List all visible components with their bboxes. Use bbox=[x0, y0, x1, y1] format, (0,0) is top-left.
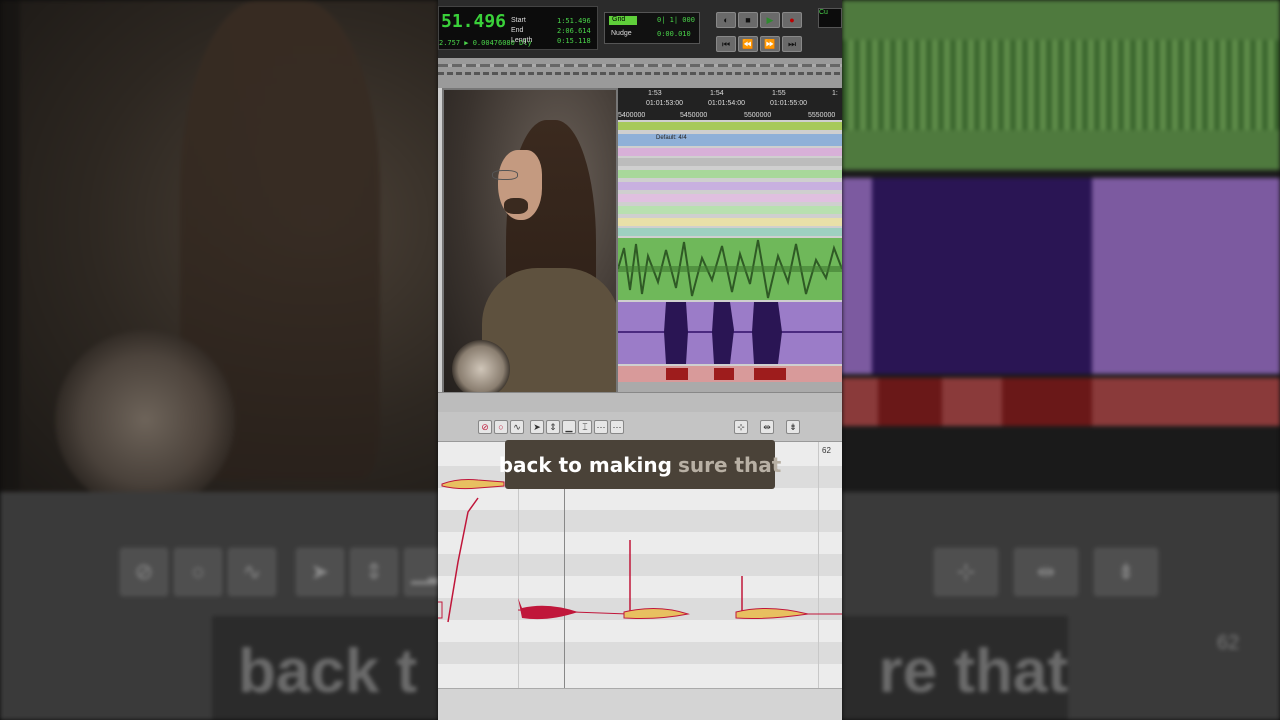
compress-icon: ⇟ bbox=[1094, 548, 1158, 596]
background-caption-left: back t bbox=[212, 616, 438, 720]
grid-value[interactable]: 0| 1| 000 bbox=[657, 16, 695, 24]
status-bar bbox=[438, 688, 842, 720]
separation-tool-icon[interactable]: ⋯ bbox=[610, 420, 624, 434]
move-tool-icon: ⇕ bbox=[350, 548, 398, 596]
center-align-icon: ⊹ bbox=[934, 548, 998, 596]
center-align-icon[interactable]: ⊹ bbox=[734, 420, 748, 434]
video-frame: ⊘ ○ ∿ ➤ ⇕ ▁▂ back t ⊹ ⇹ ⇟ re that 62 51.… bbox=[0, 0, 1280, 720]
play-button[interactable]: ▶ bbox=[760, 12, 780, 28]
presenter-video bbox=[442, 88, 618, 402]
audio-track-purple[interactable] bbox=[618, 302, 842, 364]
go-to-end-button[interactable]: ⏭ bbox=[782, 36, 802, 52]
stop-button[interactable]: ■ bbox=[738, 12, 758, 28]
note-tool-icon: ○ bbox=[174, 548, 222, 596]
daw-screen: 51.496 2.757 ▶ 0.00476080 Dly Start End … bbox=[438, 0, 842, 720]
blend-tool-icon: ⊘ bbox=[120, 548, 168, 596]
bar-label: 1: bbox=[832, 90, 838, 97]
corner-counter[interactable]: Cu bbox=[818, 8, 842, 28]
time-tool-icon[interactable]: ⋯ bbox=[594, 420, 608, 434]
audio-track-red[interactable] bbox=[618, 366, 842, 382]
ruler-strip bbox=[438, 58, 842, 88]
bar-label: 1:53 bbox=[648, 90, 662, 97]
fast-forward-button[interactable]: ⏩ bbox=[760, 36, 780, 52]
nudge-value[interactable]: 0:00.010 bbox=[657, 30, 691, 38]
grid-button[interactable]: Grid bbox=[609, 16, 637, 25]
meter-lane[interactable]: Default: 4/4 bbox=[618, 134, 842, 146]
timeline-ruler[interactable]: 1:53 1:54 1:55 1: 01:01:53:00 01:01:54:0… bbox=[618, 88, 842, 120]
sample-label: 5400000 bbox=[618, 112, 646, 119]
blend-tool-icon[interactable]: ⊘ bbox=[478, 420, 492, 434]
rewind-button[interactable]: ⏪ bbox=[738, 36, 758, 52]
waveform-purple bbox=[618, 302, 842, 364]
banjo-blur bbox=[55, 330, 235, 510]
waveform-green bbox=[617, 239, 842, 299]
note-tool-icon[interactable]: ○ bbox=[494, 420, 508, 434]
nudge-label: Nudge bbox=[611, 30, 632, 37]
sample-label: 5500000 bbox=[744, 112, 772, 119]
toolbar-blur-row: ⊘ ○ ∿ ➤ ⇕ ▁▂ bbox=[120, 548, 438, 596]
editor-header bbox=[438, 392, 842, 412]
selection-values: 1:51.496 2:06.614 0:15.118 bbox=[557, 16, 591, 46]
purple-track-blur bbox=[842, 178, 1280, 374]
sample-label: 5550000 bbox=[808, 112, 836, 119]
pointer-tool-icon[interactable]: ➤ bbox=[530, 420, 544, 434]
ruler-lanes: Default: 4/4 bbox=[618, 120, 842, 238]
timecode-label: 01:01:53:00 bbox=[646, 100, 683, 107]
timecode-label: 01:01:54:00 bbox=[708, 100, 745, 107]
meter-label: Default: 4/4 bbox=[656, 135, 687, 141]
audio-track-green[interactable] bbox=[617, 238, 842, 300]
banjo-image bbox=[452, 340, 510, 398]
wiggle-tool-icon[interactable]: ∿ bbox=[510, 420, 524, 434]
caption-rest: sure that bbox=[677, 452, 782, 477]
online-button[interactable]: ◐ bbox=[716, 12, 736, 28]
timecode-label: 01:01:55:00 bbox=[770, 100, 807, 107]
background-ruler-number: 62 bbox=[1217, 632, 1240, 654]
spread-icon[interactable]: ⇹ bbox=[760, 420, 774, 434]
bar-label: 1:55 bbox=[772, 90, 786, 97]
background-caption-right: re that bbox=[842, 616, 1068, 720]
pointer-tool-icon: ➤ bbox=[296, 548, 344, 596]
amplitude-tool-icon[interactable]: ▁ bbox=[562, 420, 576, 434]
main-counter-value: 51.496 bbox=[441, 11, 507, 32]
selection-labels: Start End Length bbox=[511, 16, 532, 46]
formant-tool-icon[interactable]: ⌶ bbox=[578, 420, 592, 434]
length-value[interactable]: 0:15.118 bbox=[557, 36, 591, 46]
grid-nudge-panel: Grid 0| 1| 000 Nudge 0:00.010 bbox=[604, 12, 700, 44]
amplitude-tool-icon: ▁▂ bbox=[404, 548, 438, 596]
sample-label: 5450000 bbox=[680, 112, 708, 119]
wiggle-tool-icon: ∿ bbox=[228, 548, 276, 596]
horizontal-scrollbar[interactable] bbox=[618, 382, 842, 392]
start-label: Start bbox=[511, 17, 526, 24]
transport-bar: 51.496 2.757 ▶ 0.00476080 Dly Start End … bbox=[438, 0, 842, 58]
return-to-zero-button[interactable]: ⏮ bbox=[716, 36, 736, 52]
pitch-tool-icon[interactable]: ⇕ bbox=[546, 420, 560, 434]
end-label: End bbox=[511, 27, 524, 34]
spread-icon: ⇹ bbox=[1014, 548, 1078, 596]
subtitle-caption: back to making sure that bbox=[499, 440, 781, 489]
melodyne-toolbar: ⊘ ○ ∿ ➤ ⇕ ▁ ⌶ ⋯ ⋯ ⊹ ⇹ ⇟ bbox=[438, 412, 842, 442]
green-track-blur bbox=[842, 0, 1280, 170]
record-button[interactable]: ● bbox=[782, 12, 802, 28]
blurred-right-background: ⊹ ⇹ ⇟ re that 62 bbox=[842, 0, 1280, 720]
start-value[interactable]: 1:51.496 bbox=[557, 16, 591, 26]
blurred-left-background: ⊘ ○ ∿ ➤ ⇕ ▁▂ back t bbox=[0, 0, 438, 720]
end-value[interactable]: 2:06.614 bbox=[557, 26, 591, 36]
glasses bbox=[492, 170, 518, 180]
length-label: Length bbox=[511, 37, 533, 44]
compress-icon[interactable]: ⇟ bbox=[786, 420, 800, 434]
main-counter[interactable]: 51.496 2.757 ▶ 0.00476080 Dly Start End … bbox=[438, 6, 598, 50]
bar-label: 1:54 bbox=[710, 90, 724, 97]
caption-highlight: back to making bbox=[498, 452, 672, 477]
